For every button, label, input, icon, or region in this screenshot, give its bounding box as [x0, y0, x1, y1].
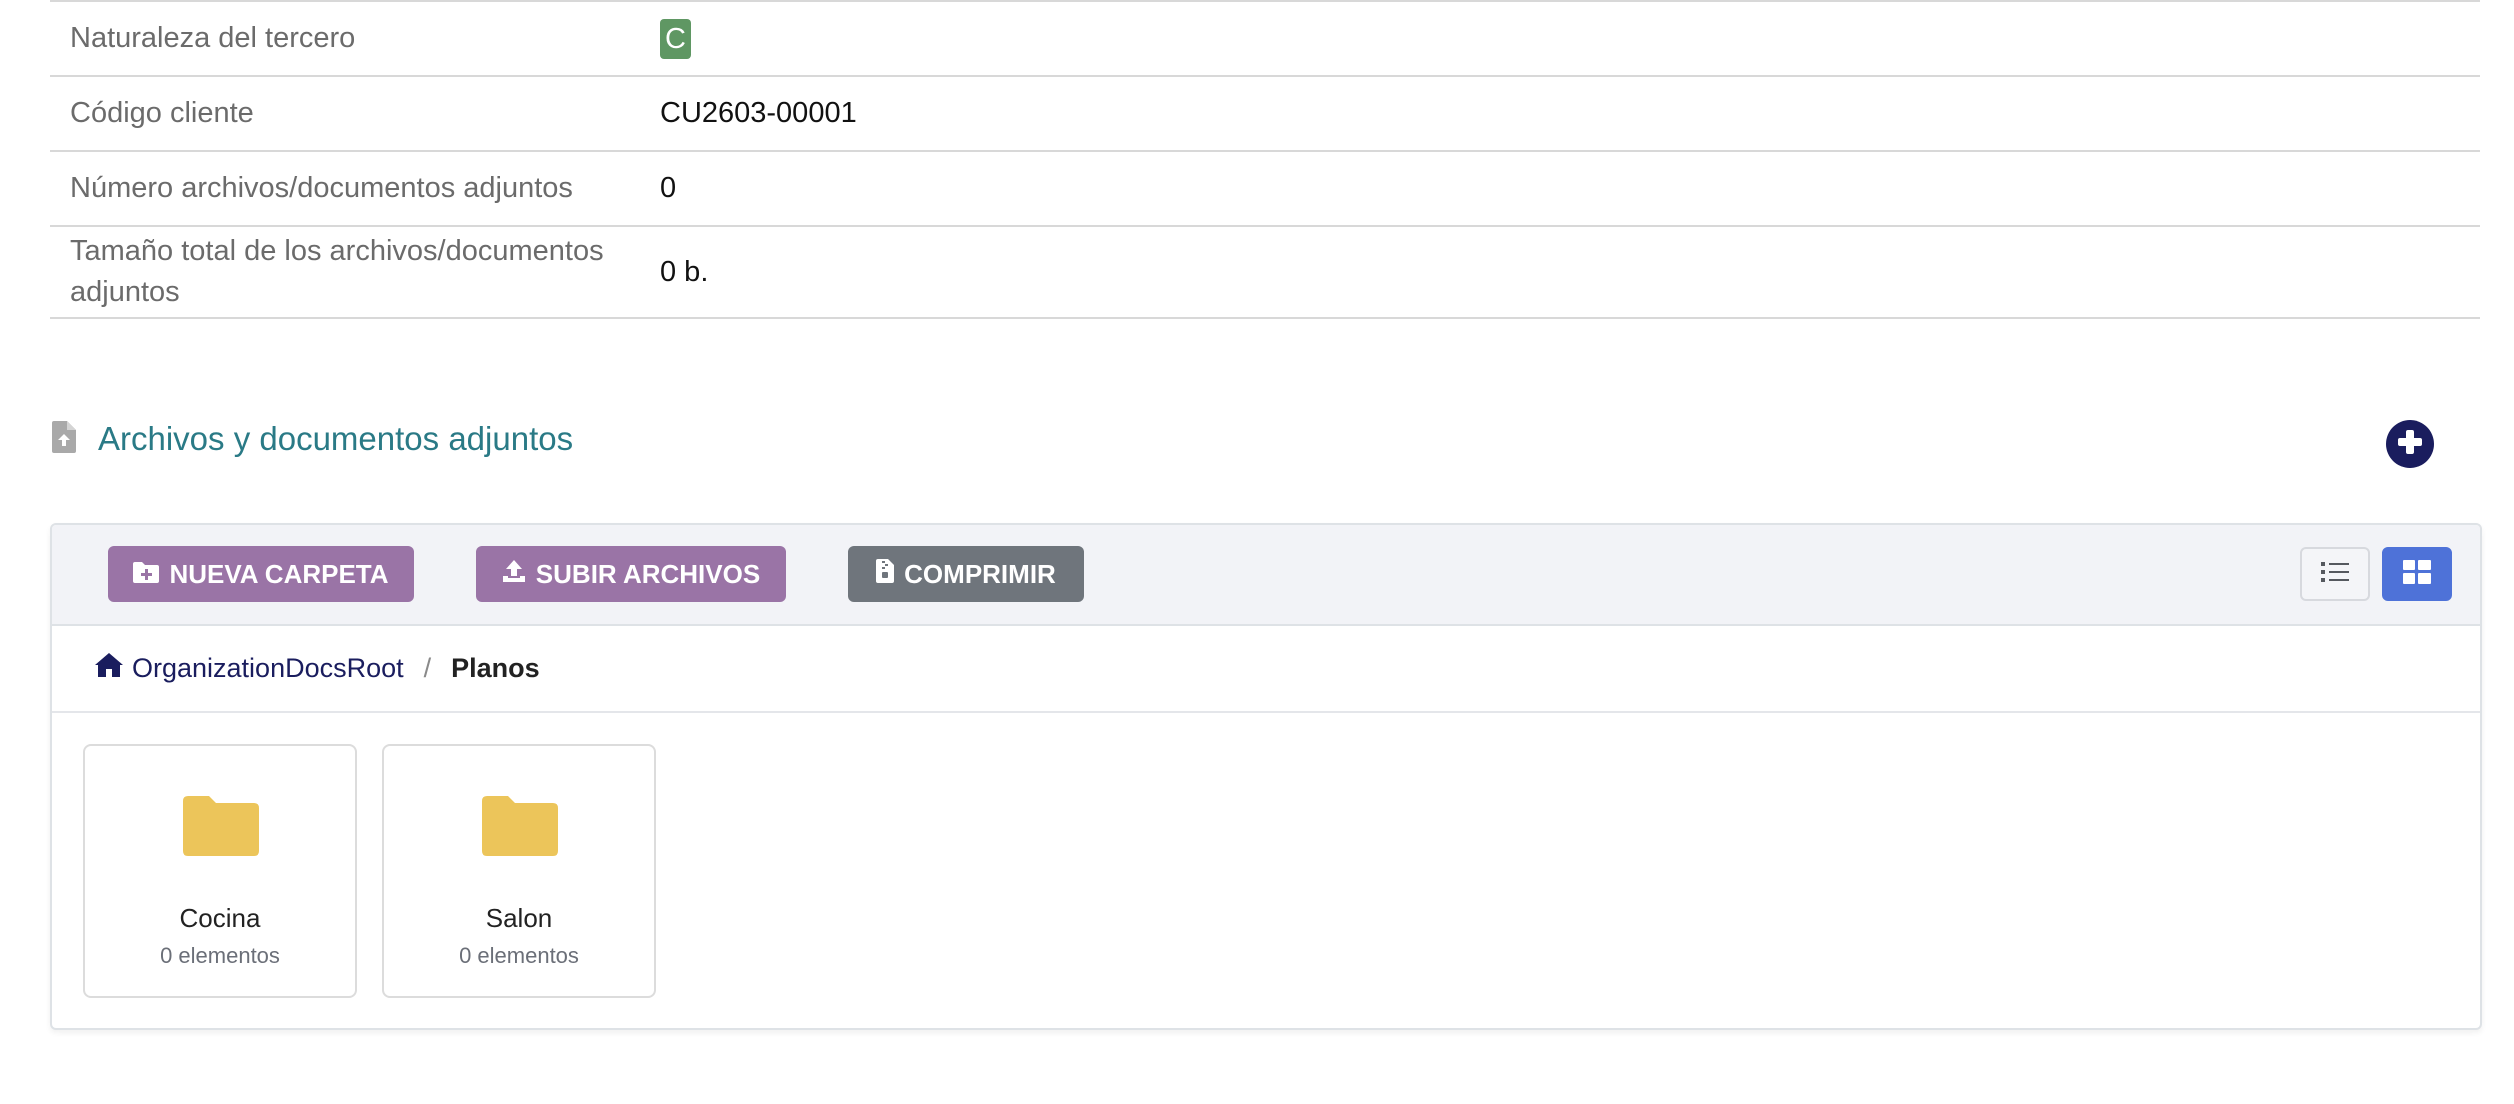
attribute-label: Código cliente	[70, 97, 254, 129]
attribute-value: 0	[660, 172, 677, 204]
breadcrumb-root-link[interactable]: OrganizationDocsRoot	[94, 652, 404, 685]
breadcrumb: OrganizationDocsRoot / Planos	[52, 626, 2480, 713]
compress-button[interactable]: COMPRIMIR	[848, 546, 1084, 602]
folder-card-cocina[interactable]: Cocina 0 elementos	[83, 744, 357, 998]
new-folder-label: NUEVA CARPETA	[169, 558, 389, 589]
folder-plus-icon	[133, 559, 160, 590]
folder-grid: Cocina 0 elementos Salon 0 elementos	[52, 713, 2480, 1013]
add-attachment-button[interactable]	[2386, 420, 2434, 468]
list-view-button[interactable]	[2300, 547, 2370, 601]
home-icon	[94, 652, 124, 685]
folder-icon	[183, 796, 259, 861]
file-zip-icon	[876, 558, 895, 590]
upload-files-label: SUBIR ARCHIVOS	[535, 558, 761, 589]
attribute-row-attachments-count: Número archivos/documentos adjuntos 0	[50, 152, 2480, 227]
upload-icon	[502, 559, 526, 590]
document-toolbar: NUEVA CARPETA SUBIR ARCHIVOS COMPRIMIR	[52, 525, 2480, 626]
folder-name: Cocina	[179, 903, 261, 933]
attribute-value: C	[642, 18, 2480, 59]
folder-item-count: 0 elementos	[459, 943, 579, 968]
attribute-label: Tamaño total de los archivos/documentos …	[70, 235, 604, 308]
folder-item-count: 0 elementos	[160, 943, 280, 968]
upload-files-button[interactable]: SUBIR ARCHIVOS	[476, 546, 786, 602]
attribute-value: 0 b.	[660, 255, 709, 288]
list-icon	[2321, 561, 2349, 588]
attribute-row-customer-code: Código cliente CU2603-00001	[50, 77, 2480, 152]
attribute-row-attachments-size: Tamaño total de los archivos/documentos …	[50, 227, 2480, 319]
attribute-value: CU2603-00001	[660, 97, 857, 129]
attributes-table: Naturaleza del tercero C Código cliente …	[50, 0, 2480, 319]
grid-view-button[interactable]	[2382, 547, 2452, 601]
folder-name: Salon	[485, 903, 553, 933]
compress-label: COMPRIMIR	[904, 558, 1056, 589]
page: Naturaleza del tercero C Código cliente …	[0, 0, 2514, 1104]
plus-circle-icon	[2396, 428, 2424, 461]
breadcrumb-root-label: OrganizationDocsRoot	[132, 653, 404, 683]
attribute-label: Número archivos/documentos adjuntos	[70, 172, 573, 204]
attribute-label: Naturaleza del tercero	[70, 22, 356, 54]
attribute-row-nature: Naturaleza del tercero C	[50, 2, 2480, 77]
nature-badge: C	[660, 18, 691, 59]
breadcrumb-current: Planos	[451, 653, 540, 683]
section-header: Archivos y documentos adjuntos	[52, 420, 573, 458]
section-title: Archivos y documentos adjuntos	[98, 420, 574, 457]
new-folder-button[interactable]: NUEVA CARPETA	[108, 546, 414, 602]
grid-icon	[2403, 559, 2431, 589]
folder-card-salon[interactable]: Salon 0 elementos	[382, 744, 656, 998]
document-manager: NUEVA CARPETA SUBIR ARCHIVOS COMPRIMIR O…	[50, 523, 2482, 1030]
breadcrumb-separator: /	[423, 653, 432, 683]
folder-icon	[482, 796, 558, 861]
file-upload-icon	[52, 420, 76, 458]
